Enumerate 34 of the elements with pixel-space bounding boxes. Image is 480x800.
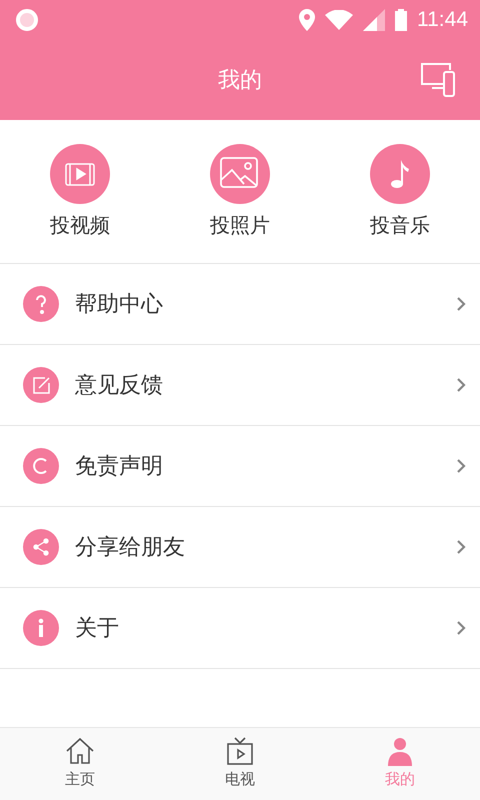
chevron-right-icon: [456, 620, 466, 636]
battery-icon: [395, 9, 407, 31]
page-title: 我的: [218, 67, 262, 95]
menu-item[interactable]: 意见反馈: [0, 345, 480, 426]
menu-item[interactable]: 免责声明: [0, 426, 480, 507]
cast-action[interactable]: 投视频: [0, 120, 160, 263]
chevron-right-icon: [456, 458, 466, 474]
cast-action[interactable]: 投音乐: [320, 120, 480, 263]
question-icon: [23, 286, 59, 322]
chevron-right-icon: [456, 539, 466, 555]
nav-tab[interactable]: 主页: [0, 728, 160, 800]
tv-icon: [225, 736, 255, 766]
signal-icon: [363, 9, 385, 31]
chevron-right-icon: [456, 377, 466, 393]
menu-item[interactable]: 关于: [0, 588, 480, 669]
image-icon: [210, 144, 270, 204]
wifi-icon: [325, 10, 353, 30]
home-icon: [65, 736, 95, 766]
music-note-icon: [370, 144, 430, 204]
video-icon: [50, 144, 110, 204]
nav-tab[interactable]: 电视: [160, 728, 320, 800]
person-icon: [385, 736, 415, 766]
cast-action[interactable]: 投照片: [160, 120, 320, 263]
share-icon: [23, 529, 59, 565]
clock-time: 11:44: [417, 8, 468, 32]
devices-icon[interactable]: [420, 62, 456, 98]
menu-item[interactable]: 分享给朋友: [0, 507, 480, 588]
copyright-icon: [23, 448, 59, 484]
chevron-right-icon: [456, 296, 466, 312]
info-icon: [23, 610, 59, 646]
location-icon: [299, 9, 315, 31]
edit-icon: [23, 367, 59, 403]
menu-item[interactable]: 帮助中心: [0, 264, 480, 345]
record-icon: [16, 9, 38, 31]
